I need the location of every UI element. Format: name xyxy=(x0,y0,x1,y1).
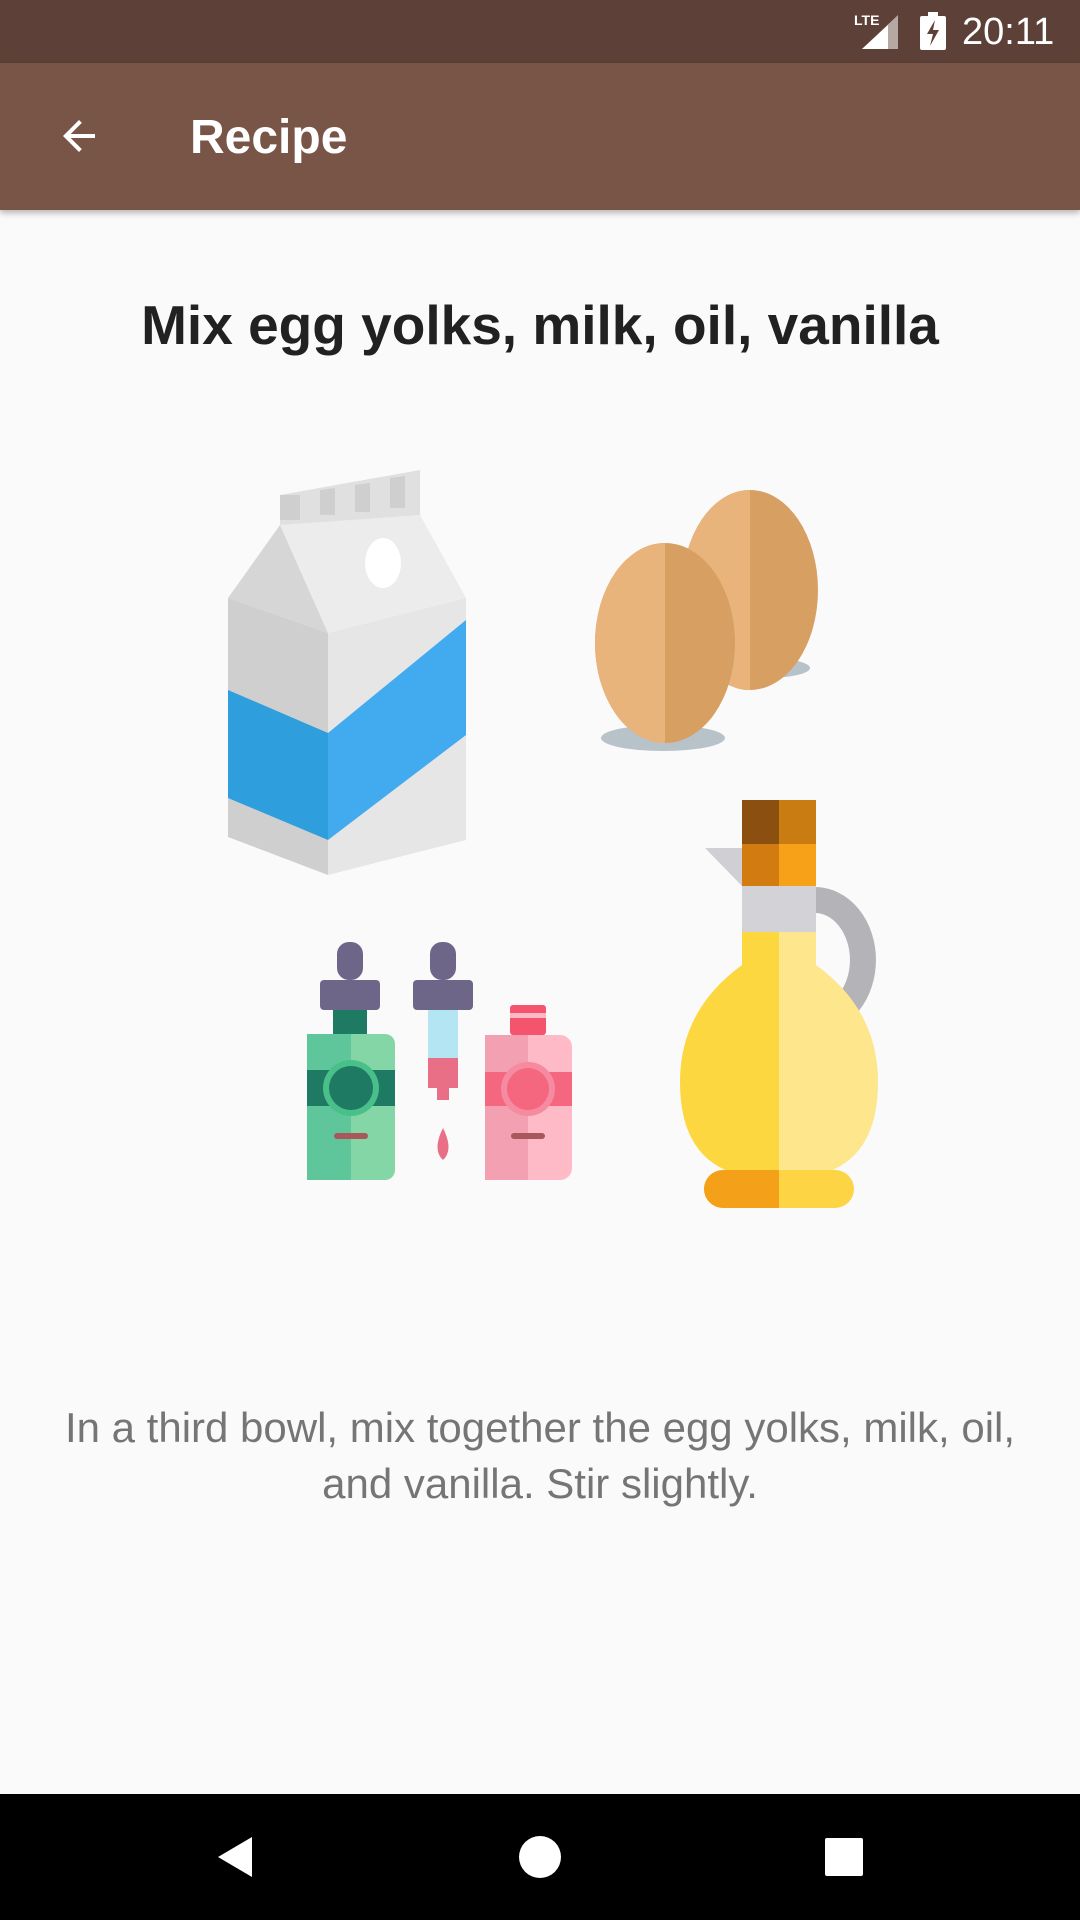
vanilla-extract-bottles xyxy=(307,942,572,1180)
status-bar: LTE 20:11 xyxy=(0,0,1080,63)
ingredients-illustration xyxy=(228,470,878,1208)
oil-jar xyxy=(680,800,878,1208)
eggs xyxy=(595,490,818,751)
home-circle-icon xyxy=(519,1836,561,1878)
recents-square-icon xyxy=(825,1838,863,1876)
network-type-label: LTE xyxy=(854,12,879,28)
nav-home-button[interactable] xyxy=(500,1817,580,1897)
arrow-back-icon xyxy=(63,120,95,152)
lte-signal-icon: LTE xyxy=(854,12,898,49)
battery-charging-icon xyxy=(920,12,946,50)
step-title: Mix egg yolks, milk, oil, vanilla xyxy=(141,294,939,356)
back-button[interactable] xyxy=(34,91,124,181)
nav-recents-button[interactable] xyxy=(804,1817,884,1897)
step-description: In a third bowl, mix together the egg yo… xyxy=(64,1404,1016,1507)
app-bar: Recipe xyxy=(0,63,1080,210)
app-bar-title: Recipe xyxy=(190,111,348,164)
milk-carton xyxy=(228,470,466,875)
status-time: 20:11 xyxy=(962,11,1055,53)
back-triangle-icon xyxy=(218,1837,252,1877)
navigation-bar xyxy=(0,1794,1080,1920)
nav-back-button[interactable] xyxy=(196,1817,276,1897)
